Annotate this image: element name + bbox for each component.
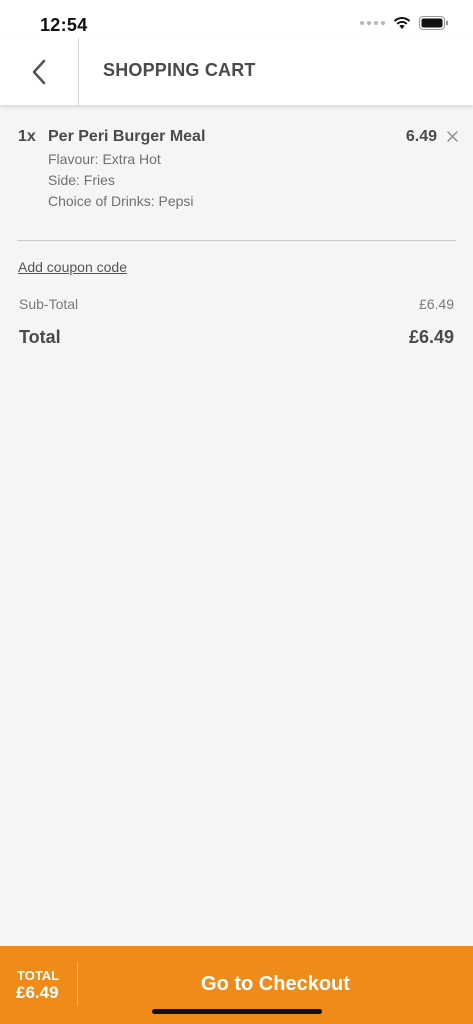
bar-total-value: £6.49 (16, 983, 59, 1002)
item-price: 6.49 (405, 128, 437, 145)
back-button[interactable] (0, 38, 79, 105)
wifi-icon (393, 17, 411, 29)
remove-item-button[interactable] (444, 126, 460, 146)
item-name: Per Peri Burger Meal (48, 128, 206, 145)
signal-icon (360, 21, 385, 25)
subtotal-label: Sub-Total (19, 296, 79, 312)
total-value: £6.49 (408, 327, 454, 347)
chevron-left-icon (32, 59, 46, 84)
page-title: SHOPPING CART (103, 60, 256, 80)
home-indicator (152, 1009, 322, 1014)
bar-total-label: TOTAL (17, 968, 60, 983)
header: SHOPPING CART (0, 38, 473, 105)
status-bar: 12:54 (0, 0, 473, 38)
battery-icon (419, 16, 448, 30)
add-coupon-link[interactable]: Add coupon code (18, 259, 127, 275)
subtotal-value: £6.49 (418, 296, 454, 312)
total-label: Total (19, 327, 61, 347)
divider (17, 240, 456, 241)
item-option-side: Side: Fries (48, 172, 115, 188)
item-option-drink: Choice of Drinks: Pepsi (48, 193, 194, 209)
status-time: 12:54 (40, 15, 88, 35)
status-icons (360, 16, 449, 30)
item-quantity: 1x (18, 128, 36, 145)
close-icon (446, 130, 458, 142)
item-option-flavour: Flavour: Extra Hot (48, 151, 161, 167)
